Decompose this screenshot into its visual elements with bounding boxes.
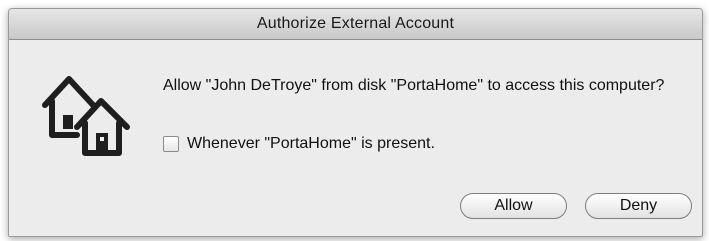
whenever-present-checkbox[interactable] (163, 136, 179, 152)
whenever-present-label[interactable]: Whenever "PortaHome" is present. (187, 135, 435, 153)
authorize-dialog: Authorize External Account Allow "John D… (8, 8, 703, 237)
allow-button[interactable]: Allow (460, 193, 567, 219)
dialog-title: Authorize External Account (256, 15, 455, 32)
whenever-present-option[interactable]: Whenever "PortaHome" is present. (163, 135, 435, 153)
title-bar[interactable]: Authorize External Account (9, 9, 702, 40)
deny-button[interactable]: Deny (585, 193, 692, 219)
dialog-message: Allow "John DeTroye" from disk "PortaHom… (163, 77, 665, 94)
home-accounts-icon (42, 76, 130, 156)
